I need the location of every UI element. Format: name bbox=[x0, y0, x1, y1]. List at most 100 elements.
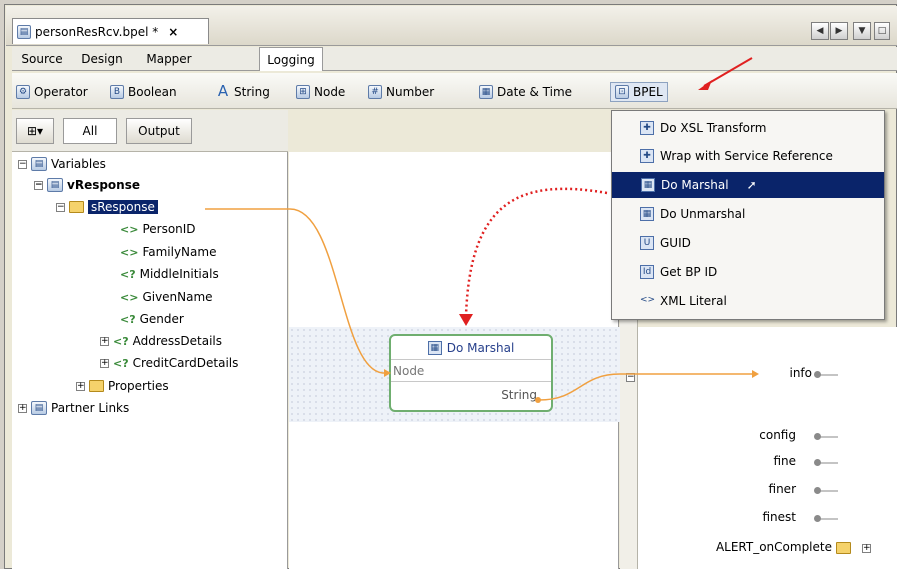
marshal-output-string[interactable]: String bbox=[391, 382, 551, 408]
expand-dropdown-button[interactable]: ⊞▾ bbox=[16, 118, 54, 144]
connector-dot[interactable] bbox=[814, 515, 821, 522]
bp-id-icon: Id bbox=[640, 265, 654, 279]
target-config[interactable]: config bbox=[736, 428, 796, 442]
palette-toolbar: ⚙ Operator B Boolean A String ⊞ Node # Number… bbox=[12, 73, 897, 109]
close-icon[interactable]: × bbox=[168, 25, 178, 39]
optional-element-icon: <? bbox=[120, 267, 136, 281]
calendar-icon: ▦ bbox=[479, 85, 493, 99]
file-tab[interactable]: ▤ personResRcv.bpel * × bbox=[12, 18, 209, 44]
string-icon: A bbox=[217, 82, 229, 100]
bpel-dropdown-menu: ✚ Do XSL Transform ✚ Wrap with Service Ref… bbox=[611, 110, 885, 320]
tree-toolbar: ⊞▾ All Output bbox=[12, 110, 288, 152]
connector-dot[interactable] bbox=[814, 433, 821, 440]
tab-list-icon[interactable]: ▼ bbox=[853, 22, 871, 40]
connector-dot[interactable] bbox=[814, 487, 821, 494]
menu-get-bp-id[interactable]: Id Get BP ID bbox=[612, 259, 884, 285]
palette-number[interactable]: # Number bbox=[368, 82, 434, 102]
element-icon: <> bbox=[120, 222, 139, 236]
target-info[interactable]: info bbox=[756, 366, 812, 380]
maximize-icon[interactable]: □ bbox=[874, 22, 890, 40]
cursor-icon: ➚ bbox=[746, 178, 757, 192]
tree-properties[interactable]: + Properties bbox=[76, 377, 169, 395]
tab-source[interactable]: Source bbox=[16, 47, 68, 71]
bpel-file-icon: ▤ bbox=[17, 24, 31, 39]
element-icon: <> bbox=[120, 245, 139, 259]
optional-element-icon: <? bbox=[113, 334, 129, 348]
boolean-icon: B bbox=[110, 85, 124, 99]
tree-item-addressdetails[interactable]: + <? AddressDetails bbox=[100, 332, 222, 350]
tree-vresponse[interactable]: − ▤ vResponse bbox=[34, 176, 140, 194]
expand-icon[interactable]: + bbox=[100, 336, 109, 346]
target-finest[interactable]: finest bbox=[736, 510, 796, 524]
marshal-title: ▦ Do Marshal bbox=[391, 336, 551, 360]
menu-wrap-with-service-reference[interactable]: ✚ Wrap with Service Reference bbox=[612, 143, 884, 169]
tree-partner-links[interactable]: + ▤ Partner Links bbox=[18, 399, 129, 417]
marshal-icon: ▦ bbox=[641, 178, 655, 192]
wrap-icon: ✚ bbox=[640, 149, 654, 163]
variables-icon: ▤ bbox=[31, 157, 47, 171]
palette-string[interactable]: A String bbox=[216, 82, 270, 102]
target-tree-pane bbox=[620, 327, 897, 569]
collapse-icon[interactable]: − bbox=[626, 373, 635, 382]
connector-dot[interactable] bbox=[814, 459, 821, 466]
palette-bpel[interactable]: ⊡ BPEL bbox=[610, 82, 668, 102]
expand-icon[interactable]: + bbox=[100, 358, 109, 368]
tree-item-creditcarddetails[interactable]: + <? CreditCardDetails bbox=[100, 354, 238, 372]
folder-icon bbox=[836, 542, 851, 554]
optional-element-icon: <? bbox=[113, 356, 129, 370]
tree-expand-icon: ⊞▾ bbox=[26, 124, 44, 138]
marshal-icon: ▦ bbox=[427, 340, 442, 355]
palette-date-time[interactable]: ▦ Date & Time bbox=[479, 82, 572, 102]
collapse-icon[interactable]: − bbox=[34, 180, 43, 190]
scroll-left-icon[interactable]: ◀ bbox=[811, 22, 829, 40]
menu-do-xsl-transform[interactable]: ✚ Do XSL Transform bbox=[612, 115, 884, 141]
target-alert-oncomplete[interactable]: ALERT_onComplete bbox=[680, 540, 832, 554]
target-fine[interactable]: fine bbox=[736, 454, 796, 468]
xsl-transform-icon: ✚ bbox=[640, 121, 654, 135]
unmarshal-icon: ▦ bbox=[640, 207, 654, 221]
part-icon bbox=[69, 201, 84, 213]
menu-guid[interactable]: U GUID bbox=[612, 230, 884, 256]
tab-mapper[interactable]: Mapper bbox=[136, 47, 202, 71]
expand-icon[interactable]: + bbox=[862, 544, 871, 553]
element-icon: <> bbox=[120, 290, 139, 304]
tab-logging[interactable]: Logging bbox=[259, 47, 323, 71]
expand-icon[interactable]: + bbox=[76, 381, 85, 391]
variable-icon: ▤ bbox=[47, 178, 63, 192]
folder-icon bbox=[89, 380, 104, 392]
guid-icon: U bbox=[640, 236, 654, 250]
output-button[interactable]: Output bbox=[126, 118, 192, 144]
collapse-icon[interactable]: − bbox=[56, 202, 65, 212]
view-tabs: Source Design Mapper Logging bbox=[12, 47, 897, 71]
file-tab-title: personResRcv.bpel * bbox=[35, 24, 159, 39]
expand-icon[interactable]: + bbox=[18, 403, 27, 413]
number-icon: # bbox=[368, 85, 382, 99]
menu-do-marshal[interactable]: ▦ Do Marshal ➚ bbox=[612, 172, 884, 198]
scroll-right-icon[interactable]: ▶ bbox=[830, 22, 848, 40]
palette-boolean[interactable]: B Boolean bbox=[110, 82, 177, 102]
tree-item-gender[interactable]: <? Gender bbox=[120, 310, 184, 328]
collapse-icon[interactable]: − bbox=[18, 159, 27, 169]
menu-do-unmarshal[interactable]: ▦ Do Unmarshal bbox=[612, 201, 884, 227]
optional-element-icon: <? bbox=[120, 312, 136, 326]
xml-literal-icon: <> bbox=[640, 295, 656, 305]
node-icon: ⊞ bbox=[296, 85, 310, 99]
target-finer[interactable]: finer bbox=[736, 482, 796, 496]
bpel-icon: ⊡ bbox=[615, 85, 629, 99]
tree-item-givenname[interactable]: <> GivenName bbox=[120, 288, 213, 306]
tree-item-middleinitials[interactable]: <? MiddleInitials bbox=[120, 265, 219, 283]
tree-variables[interactable]: − ▤ Variables bbox=[18, 155, 106, 173]
palette-operator[interactable]: ⚙ Operator bbox=[16, 82, 88, 102]
all-button[interactable]: All bbox=[63, 118, 117, 144]
connector-dot[interactable] bbox=[814, 371, 821, 378]
tree-sresponse[interactable]: − sResponse bbox=[56, 198, 158, 216]
operator-icon: ⚙ bbox=[16, 85, 30, 99]
palette-node[interactable]: ⊞ Node bbox=[296, 82, 345, 102]
tree-item-familyname[interactable]: <> FamilyName bbox=[120, 243, 216, 261]
tree-item-personid[interactable]: <> PersonID bbox=[120, 220, 196, 238]
menu-xml-literal[interactable]: <> XML Literal bbox=[612, 288, 884, 314]
partner-links-icon: ▤ bbox=[31, 401, 47, 415]
tab-design[interactable]: Design bbox=[74, 47, 130, 71]
do-marshal-node[interactable]: ▦ Do Marshal Node String bbox=[389, 334, 553, 412]
marshal-input-node[interactable]: Node bbox=[391, 360, 551, 382]
